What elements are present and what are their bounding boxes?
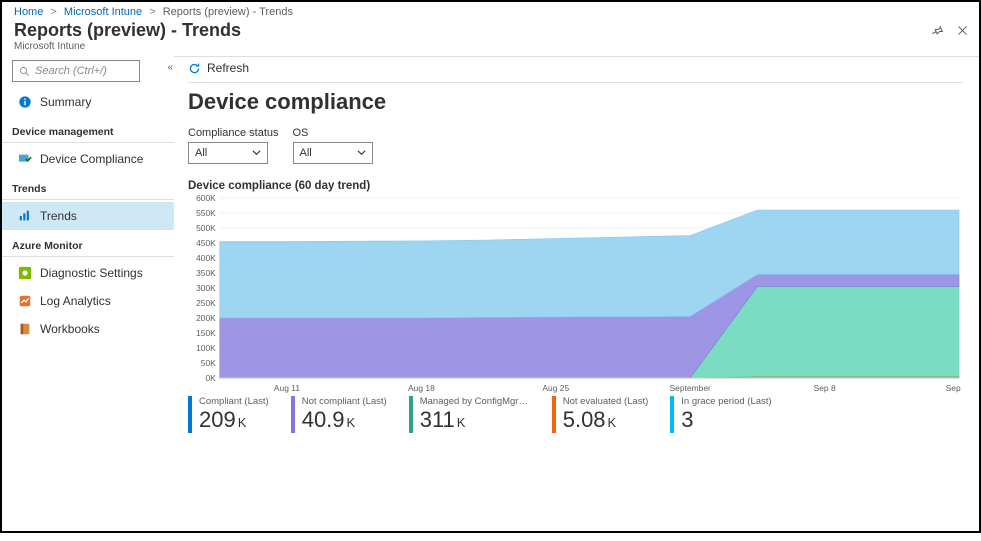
sidebar-item-trends[interactable]: Trends: [2, 202, 174, 230]
search-icon: [19, 66, 30, 77]
sidebar-item-diagnostic-settings[interactable]: Diagnostic Settings: [2, 259, 174, 287]
collapse-sidebar-icon[interactable]: «: [167, 62, 170, 73]
svg-text:250K: 250K: [196, 297, 216, 307]
svg-text:300K: 300K: [196, 282, 216, 292]
sidebar-item-label: Log Analytics: [40, 294, 111, 308]
metric-label: Compliant (Last): [199, 396, 269, 407]
metric-card: Compliant (Last)209K: [188, 396, 269, 433]
search-placeholder: Search (Ctrl+/): [35, 65, 107, 77]
metric-label: In grace period (Last): [681, 396, 771, 407]
filter-os: OS All: [293, 127, 373, 164]
os-select[interactable]: All: [293, 142, 373, 164]
divider: [2, 256, 174, 257]
workbooks-icon: [18, 322, 32, 336]
metric-value: 311K: [420, 407, 530, 433]
pin-icon[interactable]: [931, 24, 944, 37]
metric-value: 3: [681, 407, 771, 433]
svg-text:350K: 350K: [196, 267, 216, 277]
divider: [188, 82, 963, 83]
chevron-down-icon: [357, 148, 366, 157]
sidebar-item-log-analytics[interactable]: Log Analytics: [2, 287, 174, 315]
sidebar-section-azure-monitor: Azure Monitor: [12, 240, 168, 252]
trends-icon: [18, 209, 32, 223]
sidebar-item-label: Workbooks: [40, 322, 100, 336]
svg-text:Sep 8: Sep 8: [814, 382, 836, 392]
svg-text:600K: 600K: [196, 194, 216, 203]
metric-card: Managed by ConfigMgr (...311K: [409, 396, 530, 433]
filters-row: Compliance status All OS All: [188, 127, 963, 164]
metric-label: Not compliant (Last): [302, 396, 387, 407]
sidebar: « Search (Ctrl+/) Summary Device managem…: [2, 56, 174, 541]
svg-text:50K: 50K: [201, 357, 216, 367]
refresh-label: Refresh: [207, 61, 249, 75]
sidebar-item-workbooks[interactable]: Workbooks: [2, 315, 174, 343]
select-value: All: [300, 147, 312, 159]
metric-label: Managed by ConfigMgr (...: [420, 396, 530, 407]
main-heading: Device compliance: [188, 89, 963, 115]
sidebar-item-label: Diagnostic Settings: [40, 266, 143, 280]
breadcrumb-separator: >: [145, 6, 159, 18]
refresh-button[interactable]: Refresh: [188, 61, 249, 75]
svg-text:550K: 550K: [196, 207, 216, 217]
metric-card: Not compliant (Last)40.9K: [291, 396, 387, 433]
diagnostic-settings-icon: [18, 266, 32, 280]
svg-text:150K: 150K: [196, 327, 216, 337]
sidebar-item-label: Trends: [40, 209, 77, 223]
breadcrumb-intune[interactable]: Microsoft Intune: [64, 6, 142, 18]
metric-card: In grace period (Last)3: [670, 396, 771, 433]
chevron-down-icon: [252, 148, 261, 157]
svg-text:Aug 18: Aug 18: [408, 382, 435, 392]
search-input[interactable]: Search (Ctrl+/): [12, 60, 140, 82]
sidebar-item-label: Summary: [40, 95, 91, 109]
chart-title: Device compliance (60 day trend): [188, 180, 963, 192]
svg-text:Sep 15: Sep 15: [946, 382, 963, 392]
metric-value: 5.08K: [563, 407, 649, 433]
main-content: Refresh Device compliance Compliance sta…: [174, 56, 979, 541]
svg-text:100K: 100K: [196, 342, 216, 352]
svg-text:450K: 450K: [196, 237, 216, 247]
filter-compliance-status: Compliance status All: [188, 127, 279, 164]
page-subtitle: Microsoft Intune: [14, 41, 241, 52]
breadcrumb-separator: >: [46, 6, 60, 18]
sidebar-section-trends: Trends: [12, 183, 168, 195]
filter-label: OS: [293, 127, 373, 139]
svg-text:200K: 200K: [196, 312, 216, 322]
select-value: All: [195, 147, 207, 159]
metric-value: 40.9K: [302, 407, 387, 433]
svg-text:400K: 400K: [196, 252, 216, 262]
sidebar-item-label: Device Compliance: [40, 152, 143, 166]
divider: [2, 142, 174, 143]
refresh-icon: [188, 62, 201, 75]
filter-label: Compliance status: [188, 127, 279, 139]
breadcrumb-home[interactable]: Home: [14, 6, 43, 18]
breadcrumb-current: Reports (preview) - Trends: [163, 6, 293, 18]
metric-value: 209K: [199, 407, 269, 433]
compliance-trend-chart: 0K 50K 100K 150K 200K 250K 300K 350K 400K 450K 500…: [188, 194, 963, 394]
compliance-status-select[interactable]: All: [188, 142, 268, 164]
sidebar-item-summary[interactable]: Summary: [2, 88, 174, 116]
svg-text:September: September: [670, 382, 711, 392]
sidebar-item-device-compliance[interactable]: Device Compliance: [2, 145, 174, 173]
page-title: Reports (preview) - Trends: [14, 20, 241, 41]
svg-text:Aug 25: Aug 25: [542, 382, 569, 392]
breadcrumb: Home > Microsoft Intune > Reports (previ…: [2, 2, 979, 18]
metrics-row: Compliant (Last)209K Not compliant (Last)…: [188, 396, 963, 433]
metric-label: Not evaluated (Last): [563, 396, 649, 407]
svg-text:500K: 500K: [196, 222, 216, 232]
svg-text:0K: 0K: [205, 372, 216, 382]
log-analytics-icon: [18, 294, 32, 308]
info-icon: [18, 95, 32, 109]
svg-text:Aug 11: Aug 11: [274, 382, 300, 392]
sidebar-section-device-management: Device management: [12, 126, 168, 138]
close-icon[interactable]: [956, 24, 969, 37]
divider: [2, 199, 174, 200]
metric-card: Not evaluated (Last)5.08K: [552, 396, 649, 433]
device-compliance-icon: [18, 152, 32, 166]
